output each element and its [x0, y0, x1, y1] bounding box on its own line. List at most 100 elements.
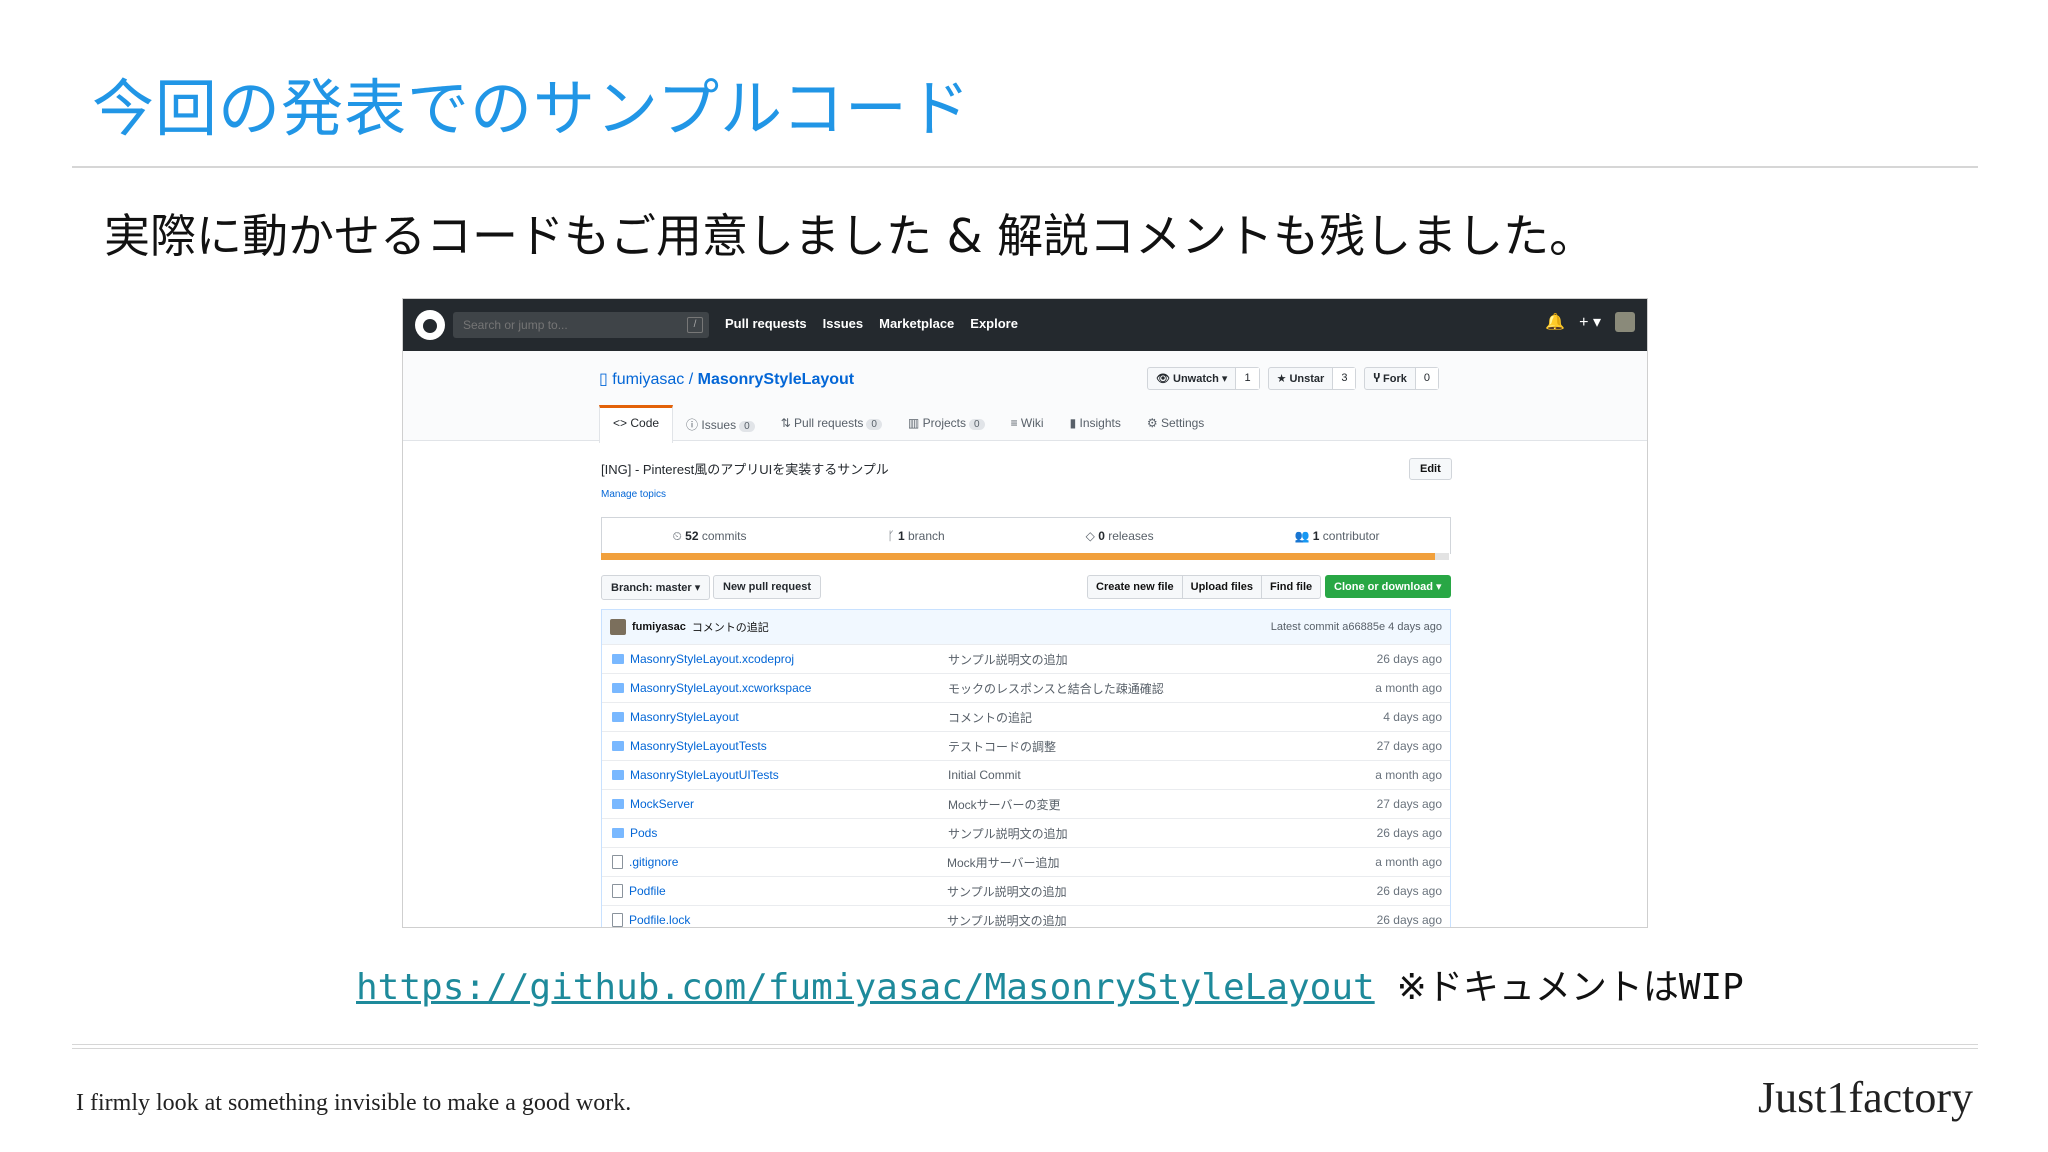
repo-tabs: <> Code ⓘ Issues 0 ⇅ Pull requests 0 ▥ Pro…	[599, 405, 1217, 443]
tab-wiki[interactable]: ≡ Wiki	[998, 406, 1057, 443]
repo-url-link[interactable]: https://github.com/fumiyasac/MasonryStyl…	[356, 967, 1375, 1008]
issues-counter: 0	[739, 421, 755, 432]
repo-name[interactable]: MasonryStyleLayout	[698, 371, 854, 388]
footer-brand: Just1factory	[1758, 1073, 1974, 1122]
search-box[interactable]: /	[453, 312, 709, 338]
repo-owner[interactable]: fumiyasac	[612, 371, 684, 388]
file-list: fumiyasac コメントの追記 Latest commit a66885e …	[601, 609, 1451, 928]
tab-insights[interactable]: ▮ Insights	[1057, 406, 1134, 443]
file-commit-message[interactable]: Mockサーバーの変更	[948, 796, 1308, 813]
commit-message[interactable]: コメントの追記	[692, 619, 769, 635]
latest-commit-info[interactable]: Latest commit a66885e 4 days ago	[1271, 621, 1442, 633]
url-note: ※ドキュメントはWIP	[1396, 967, 1744, 1008]
nav-marketplace[interactable]: Marketplace	[879, 316, 954, 331]
edit-button[interactable]: Edit	[1409, 458, 1452, 480]
file-row[interactable]: MasonryStyleLayout コメントの追記 4 days ago	[602, 702, 1450, 731]
upload-files-button[interactable]: Upload files	[1181, 576, 1261, 598]
url-line: https://github.com/fumiyasac/MasonryStyl…	[356, 958, 1744, 1010]
folder-icon	[612, 683, 624, 693]
commit-avatar[interactable]	[610, 619, 626, 635]
file-row[interactable]: Podfile サンプル説明文の追加 26 days ago	[602, 876, 1450, 905]
contributor-link[interactable]: 👥 1 contributor	[1295, 529, 1380, 543]
fork-button[interactable]: Ⴤ Fork 0	[1364, 367, 1440, 390]
file-row[interactable]: Pods サンプル説明文の追加 26 days ago	[602, 818, 1450, 847]
people-icon: 👥	[1294, 529, 1313, 543]
star-label[interactable]: ★ Unstar	[1269, 368, 1333, 389]
file-name[interactable]: MasonryStyleLayout.xcworkspace	[630, 681, 948, 695]
file-commit-message[interactable]: サンプル説明文の追加	[948, 825, 1308, 842]
commit-author[interactable]: fumiyasac	[632, 621, 686, 633]
star-count[interactable]: 3	[1332, 368, 1356, 389]
file-row[interactable]: MockServer Mockサーバーの変更 27 days ago	[602, 789, 1450, 818]
branch-link[interactable]: ᚴ 1 branch	[887, 529, 944, 543]
plus-menu[interactable]: + ▾	[1579, 312, 1601, 332]
new-pull-request-button[interactable]: New pull request	[713, 575, 822, 599]
nav-explore[interactable]: Explore	[970, 316, 1018, 331]
tab-settings[interactable]: ⚙ Settings	[1134, 406, 1217, 443]
nav-pull-requests[interactable]: Pull requests	[725, 316, 807, 331]
fork-label[interactable]: Ⴤ Fork	[1365, 368, 1414, 389]
repo-title: ▯ fumiyasac / MasonryStyleLayout	[599, 369, 854, 389]
github-header: / Pull requests Issues Marketplace Explo…	[403, 299, 1647, 351]
file-age: 26 days ago	[1376, 884, 1442, 898]
repo-header: ▯ fumiyasac / MasonryStyleLayout 👁 Unwat…	[403, 351, 1647, 443]
file-name[interactable]: .gitignore	[629, 855, 947, 869]
file-commit-message[interactable]: サンプル説明文の追加	[947, 912, 1307, 928]
file-commit-message[interactable]: コメントの追記	[948, 709, 1308, 726]
bell-icon[interactable]: 🔔	[1545, 312, 1565, 332]
pulls-counter: 0	[866, 419, 882, 430]
file-name[interactable]: MasonryStyleLayout.xcodeproj	[630, 652, 948, 666]
branch-select[interactable]: Branch: master ▾	[601, 575, 711, 600]
watch-label[interactable]: 👁 Unwatch ▾	[1148, 368, 1235, 389]
watch-button[interactable]: 👁 Unwatch ▾ 1	[1147, 367, 1260, 390]
file-commit-message[interactable]: Mock用サーバー追加	[947, 854, 1307, 871]
find-file-button[interactable]: Find file	[1260, 576, 1320, 598]
file-commit-message[interactable]: サンプル説明文の追加	[947, 883, 1307, 900]
file-commit-message[interactable]: Initial Commit	[948, 768, 1308, 782]
file-name[interactable]: MockServer	[630, 797, 948, 811]
file-commit-message[interactable]: モックのレスポンスと結合した疎通確認	[948, 680, 1308, 697]
header-right: 🔔 + ▾	[1545, 312, 1635, 332]
file-row[interactable]: .gitignore Mock用サーバー追加 a month ago	[602, 847, 1450, 876]
nav-issues[interactable]: Issues	[823, 316, 863, 331]
file-row[interactable]: MasonryStyleLayoutTests テストコードの調整 27 days …	[602, 731, 1450, 760]
file-name[interactable]: MasonryStyleLayoutTests	[630, 739, 948, 753]
tab-pull-requests[interactable]: ⇅ Pull requests 0	[768, 406, 895, 443]
tab-issues[interactable]: ⓘ Issues 0	[673, 406, 768, 443]
file-name[interactable]: Pods	[630, 826, 948, 840]
manage-topics-link[interactable]: Manage topics	[601, 489, 666, 500]
language-bar[interactable]	[601, 553, 1449, 560]
fork-count[interactable]: 0	[1414, 368, 1439, 389]
create-file-button[interactable]: Create new file	[1088, 576, 1182, 598]
footer-tagline: I firmly look at something invisible to …	[76, 1090, 632, 1116]
file-row[interactable]: MasonryStyleLayoutUITests Initial Commit a…	[602, 760, 1450, 789]
file-commit-message[interactable]: テストコードの調整	[948, 738, 1308, 755]
file-row[interactable]: Podfile.lock サンプル説明文の追加 26 days ago	[602, 905, 1450, 928]
file-age: a month ago	[1375, 768, 1442, 782]
commits-link[interactable]: ⏲ 52 commits	[672, 529, 746, 544]
branch-icon: ᚴ	[887, 529, 898, 543]
star-button[interactable]: ★ Unstar 3	[1267, 367, 1357, 390]
latest-commit: fumiyasac コメントの追記 Latest commit a66885e …	[602, 610, 1450, 644]
file-age: a month ago	[1375, 855, 1442, 869]
watch-count[interactable]: 1	[1235, 368, 1259, 389]
tab-projects-label: ▥ Projects	[907, 416, 966, 430]
tab-code[interactable]: <> Code	[599, 405, 674, 443]
github-logo-icon[interactable]	[415, 310, 445, 340]
file-name[interactable]: MasonryStyleLayout	[630, 710, 948, 724]
file-row[interactable]: MasonryStyleLayout.xcodeproj サンプル説明文の追加 26…	[602, 644, 1450, 673]
github-screenshot: / Pull requests Issues Marketplace Explo…	[402, 298, 1648, 928]
tab-projects[interactable]: ▥ Projects 0	[895, 406, 998, 443]
file-row[interactable]: MasonryStyleLayout.xcworkspace モックのレスポンスと…	[602, 673, 1450, 702]
file-name[interactable]: Podfile	[629, 884, 947, 898]
clone-button[interactable]: Clone or download ▾	[1325, 575, 1451, 598]
releases-link[interactable]: ◇ 0 releases	[1086, 529, 1154, 543]
avatar[interactable]	[1615, 312, 1635, 332]
top-divider	[72, 166, 1978, 168]
file-name[interactable]: Podfile.lock	[629, 913, 947, 927]
search-input[interactable]	[461, 317, 685, 333]
file-commit-message[interactable]: サンプル説明文の追加	[948, 651, 1308, 668]
file-name[interactable]: MasonryStyleLayoutUITests	[630, 768, 948, 782]
contributor-label: contributor	[1319, 529, 1380, 543]
folder-icon	[612, 828, 624, 838]
